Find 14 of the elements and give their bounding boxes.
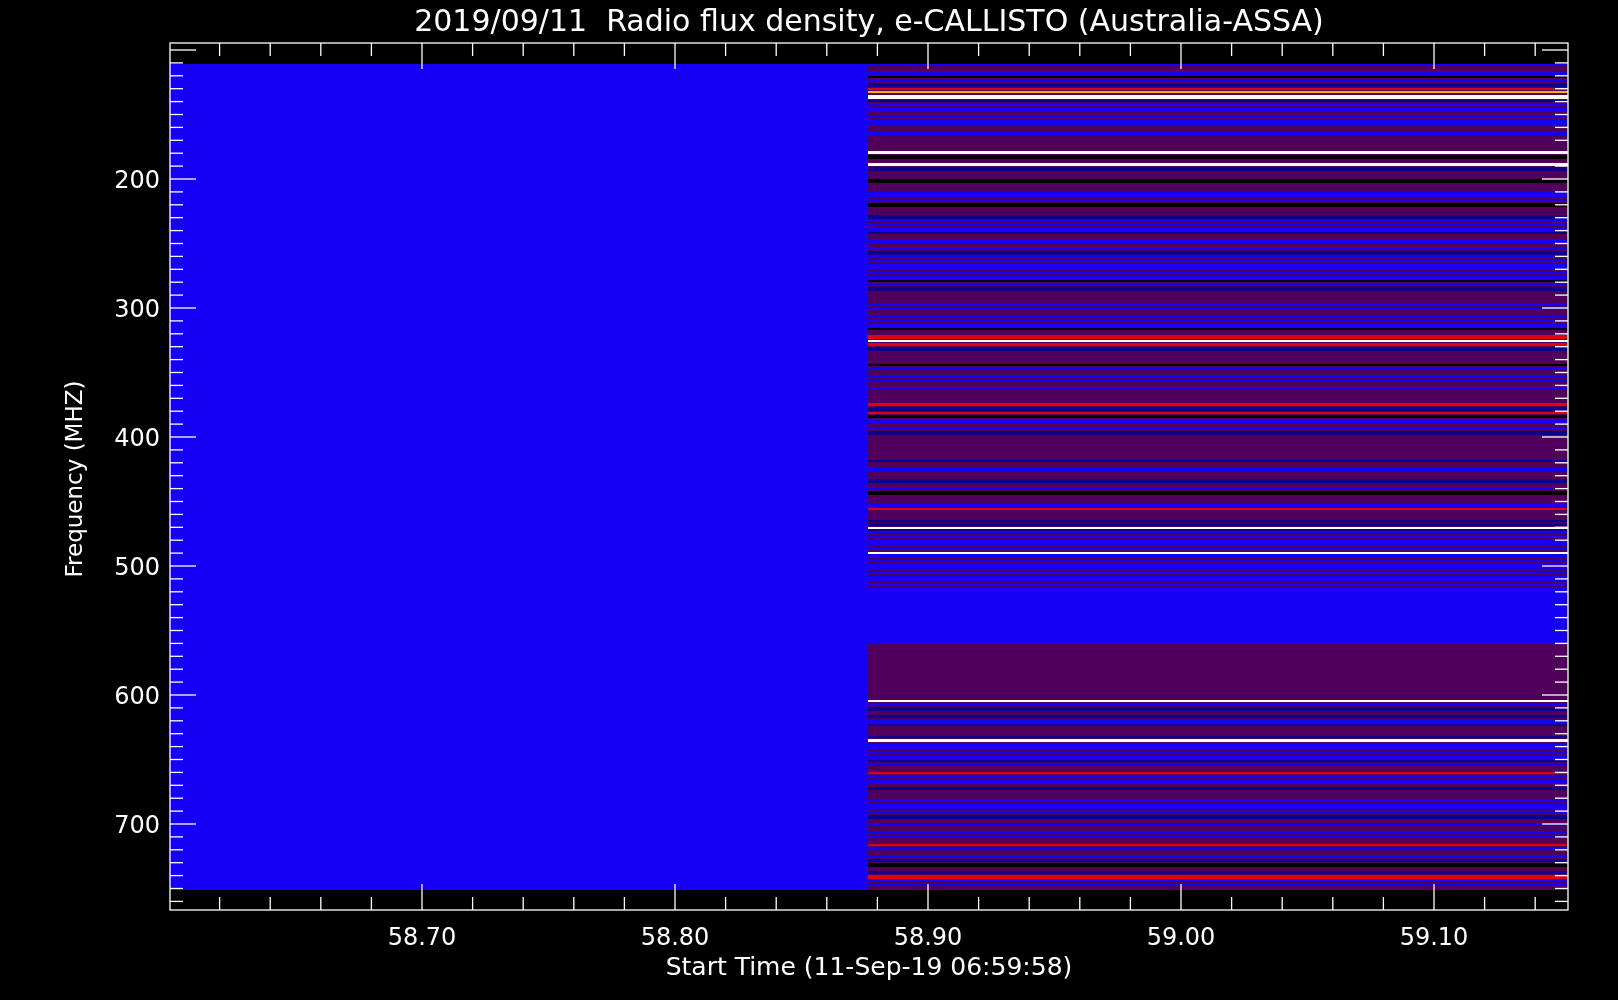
tick-label: 600	[114, 682, 160, 710]
tick-label: 500	[114, 553, 160, 581]
tick-label: 58.80	[640, 923, 710, 951]
tick-label: 200	[114, 166, 160, 194]
tick-label: 59.00	[1146, 923, 1216, 951]
tick-label: 58.90	[893, 923, 963, 951]
tick-label: 300	[114, 295, 160, 323]
tick-label: 58.70	[387, 923, 457, 951]
axis-label: Start Time (11-Sep-19 06:59:58)	[665, 952, 1073, 981]
chart-title: 2019/09/11 Radio flux density, e-CALLISTO (Australia-ASSA)	[414, 3, 1324, 38]
tick-label: 59.10	[1399, 923, 1469, 951]
tick-label: 400	[114, 424, 160, 452]
tick-label: 700	[114, 811, 160, 839]
axis-label: Frequency (MHZ)	[61, 380, 87, 578]
